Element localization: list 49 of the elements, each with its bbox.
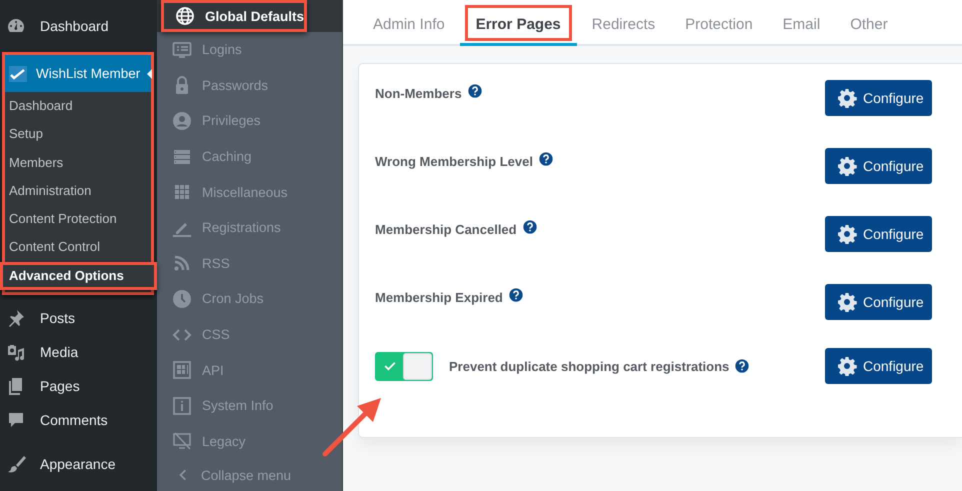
configure-button[interactable]: Configure: [825, 216, 932, 252]
tab[interactable]: Error Pages: [460, 0, 577, 46]
menu-item[interactable]: Dashboard: [0, 9, 157, 43]
pointer-icon: [147, 69, 152, 79]
submenu-item[interactable]: Administration: [5, 176, 151, 206]
submenu-item[interactable]: Content Control: [5, 233, 151, 262]
configure-button[interactable]: Configure: [825, 80, 932, 116]
configure-button[interactable]: Configure: [825, 284, 932, 320]
menu-item[interactable]: Appearance: [0, 447, 157, 482]
help-icon: [538, 152, 553, 166]
menu-item[interactable]: WishList Member: [5, 55, 151, 92]
setting-label: Membership Expired: [375, 290, 503, 305]
checkmark-icon: [8, 64, 28, 84]
dashboard-panel-icon: [172, 360, 192, 380]
help-icon: [522, 220, 537, 234]
toggle-switch[interactable]: [375, 352, 433, 380]
submenu-item[interactable]: Content Protection: [5, 205, 151, 234]
submenu-item[interactable]: Members: [5, 148, 151, 177]
submenu-item[interactable]: Advanced Options: [0, 262, 157, 290]
gear-icon: [837, 292, 857, 312]
menu-item[interactable]: Posts: [0, 301, 157, 336]
info-icon: [172, 396, 192, 416]
submenu-item[interactable]: Setup: [5, 120, 151, 149]
nav-item[interactable]: Global Defaults: [161, 0, 307, 32]
monitor-list-icon: [172, 40, 192, 60]
gear-icon: [837, 156, 857, 176]
menu-item[interactable]: Pages: [0, 369, 157, 404]
configure-button[interactable]: Configure: [825, 348, 932, 384]
setting-label: Wrong Membership Level: [375, 154, 533, 169]
submenu-item[interactable]: Dashboard: [5, 92, 151, 120]
menu-item[interactable]: Comments: [0, 403, 157, 438]
paintbrush-icon: [6, 454, 26, 474]
help-icon: [468, 84, 482, 98]
user-icon: [172, 110, 192, 131]
clock-icon: [172, 288, 192, 309]
setting-label: Membership Cancelled: [375, 222, 517, 237]
globe-icon: [175, 6, 195, 26]
menu-item[interactable]: Media: [0, 335, 157, 370]
crossed-monitor-icon: [172, 431, 192, 452]
media-icon: [6, 342, 26, 362]
rss-icon: [172, 253, 192, 274]
gear-icon: [837, 224, 857, 244]
help-icon: [508, 288, 523, 302]
configure-button[interactable]: Configure: [825, 148, 932, 184]
setting-label: Prevent duplicate shopping cart registrations: [449, 358, 730, 374]
help-icon: [735, 359, 750, 373]
gear-icon: [837, 356, 857, 376]
gear-icon: [837, 88, 857, 108]
setting-label: Non-Members: [375, 86, 462, 101]
